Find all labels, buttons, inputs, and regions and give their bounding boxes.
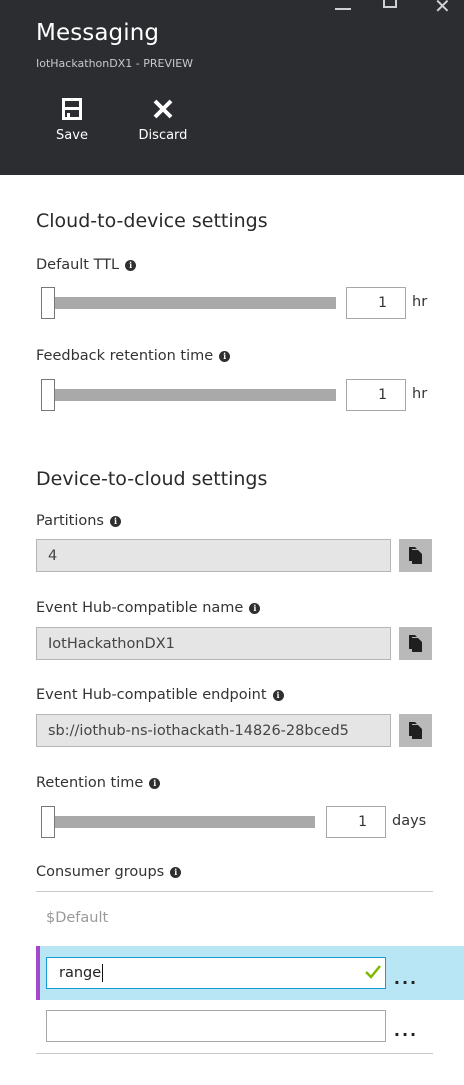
active-row-marker [36,946,40,1000]
retention-time-slider-track[interactable] [48,816,315,828]
save-button[interactable]: Save [37,96,107,143]
copy-event-hub-name-button[interactable] [399,627,432,660]
event-hub-name-label: Event Hub-compatible name i [36,600,261,616]
event-hub-endpoint-label-text: Event Hub-compatible endpoint [36,687,267,703]
default-ttl-slider-track[interactable] [48,297,336,309]
save-icon [37,96,107,122]
consumer-group-default: $Default [46,910,109,926]
info-icon[interactable]: i [219,350,231,362]
minimize-icon[interactable] [335,8,351,10]
consumer-group-input[interactable]: range [46,957,386,989]
save-label: Save [56,128,88,143]
text-caret [102,964,104,982]
consumer-groups-label-text: Consumer groups [36,864,165,880]
retention-time-unit: days [392,813,427,829]
info-icon[interactable]: i [149,777,161,789]
default-ttl-label-text: Default TTL [36,257,120,273]
check-icon [365,965,381,979]
copy-icon [408,634,422,652]
event-hub-name-field: IotHackathonDX1 [36,627,391,660]
retention-time-input[interactable]: 1 [326,806,386,838]
device-to-cloud-title: Device-to-cloud settings [36,468,268,490]
feedback-retention-unit: hr [412,386,428,402]
copy-event-hub-endpoint-button[interactable] [399,714,432,747]
maximize-icon[interactable] [383,0,397,8]
info-icon[interactable]: i [125,259,137,271]
more-options-button-empty[interactable]: ... [391,1021,421,1041]
event-hub-endpoint-label: Event Hub-compatible endpoint i [36,687,284,703]
default-ttl-label: Default TTL i [36,257,137,273]
feedback-retention-slider-track[interactable] [48,389,336,401]
consumer-groups-divider [36,891,433,892]
consumer-groups-label: Consumer groups i [36,864,182,880]
discard-label: Discard [138,128,188,143]
retention-time-label-text: Retention time [36,775,144,791]
default-ttl-slider-thumb[interactable] [41,287,55,319]
blade-title: Messaging [36,20,160,46]
feedback-retention-slider-thumb[interactable] [41,379,55,411]
blade-subtitle: IotHackathonDX1 - PREVIEW [36,57,194,70]
retention-time-label: Retention time i [36,775,161,791]
cloud-to-device-title: Cloud-to-device settings [36,210,268,232]
event-hub-name-label-text: Event Hub-compatible name [36,600,244,616]
partitions-label-text: Partitions [36,513,104,529]
default-ttl-input[interactable]: 1 [346,287,406,319]
consumer-group-input-value: range [59,965,102,981]
partitions-label: Partitions i [36,513,121,529]
feedback-retention-input[interactable]: 1 [346,379,406,411]
info-icon[interactable]: i [170,866,182,878]
bottom-divider [36,1053,433,1054]
default-ttl-unit: hr [412,294,428,310]
consumer-group-new-input[interactable] [46,1010,386,1042]
copy-icon [408,546,422,564]
feedback-retention-label-text: Feedback retention time [36,348,214,364]
retention-time-slider-thumb[interactable] [41,806,55,838]
close-icon [128,96,198,122]
discard-button[interactable]: Discard [128,96,198,143]
info-icon[interactable]: i [272,689,284,701]
copy-icon [408,721,422,739]
partitions-field: 4 [36,539,391,572]
close-window-icon[interactable]: ✕ [434,0,451,18]
copy-partitions-button[interactable] [399,539,432,572]
event-hub-endpoint-field: sb://iothub-ns-iothackath-14826-28bced5 [36,714,391,747]
info-icon[interactable]: i [249,602,261,614]
more-options-button[interactable]: ... [391,969,421,989]
blade-header: ✕ Messaging IotHackathonDX1 - PREVIEW Sa… [0,0,464,175]
feedback-retention-label: Feedback retention time i [36,348,231,364]
info-icon[interactable]: i [109,515,121,527]
